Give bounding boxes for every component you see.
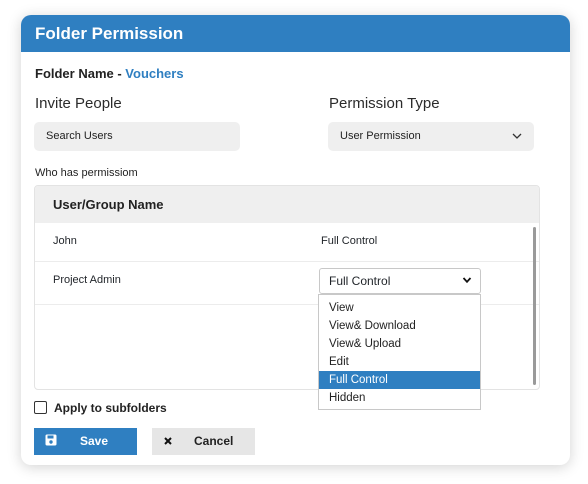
permission-type-select[interactable]: User Permission <box>328 122 534 151</box>
row-permission: Full Control <box>321 235 378 247</box>
search-users-placeholder: Search Users <box>46 130 113 142</box>
dialog-title: Folder Permission <box>21 15 570 52</box>
chevron-down-icon <box>512 122 522 151</box>
dropdown-option-view-download[interactable]: View& Download <box>319 317 480 335</box>
dropdown-option-hidden[interactable]: Hidden <box>319 389 480 407</box>
floppy-disk-icon <box>45 428 57 455</box>
folder-name-value: Vouchers <box>125 66 184 81</box>
table-row: John Full Control <box>35 223 539 262</box>
dropdown-option-view-upload[interactable]: View& Upload <box>319 335 480 353</box>
cancel-button[interactable]: Cancel <box>152 428 255 455</box>
permission-dropdown-menu: View View& Download View& Upload Edit Fu… <box>318 294 481 410</box>
folder-name-line: Folder Name - Vouchers <box>35 66 184 81</box>
row-user-name: Project Admin <box>53 274 121 286</box>
save-button-label: Save <box>80 434 109 448</box>
chevron-down-icon <box>462 269 472 293</box>
permission-type-value: User Permission <box>340 130 421 142</box>
row-permission-select[interactable]: Full Control <box>319 268 481 294</box>
dropdown-option-full-control[interactable]: Full Control <box>319 371 480 389</box>
cancel-button-label: Cancel <box>194 434 234 448</box>
apply-subfolders-row: Apply to subfolders <box>34 401 167 415</box>
dropdown-option-edit[interactable]: Edit <box>319 353 480 371</box>
folder-name-label: Folder Name - <box>35 66 126 81</box>
invite-people-label: Invite People <box>35 95 122 112</box>
apply-subfolders-label: Apply to subfolders <box>54 401 167 415</box>
dropdown-option-view[interactable]: View <box>319 299 480 317</box>
close-icon <box>163 428 173 455</box>
row-user-name: John <box>53 235 77 247</box>
search-users-input[interactable]: Search Users <box>34 122 240 151</box>
folder-permission-dialog: Folder Permission Folder Name - Vouchers… <box>21 15 570 465</box>
permission-type-label: Permission Type <box>329 95 440 112</box>
apply-subfolders-checkbox[interactable] <box>34 401 47 414</box>
row-permission-select-value: Full Control <box>329 274 391 288</box>
save-button[interactable]: Save <box>34 428 137 455</box>
table-scrollbar[interactable] <box>533 227 536 385</box>
table-header: User/Group Name <box>35 186 539 223</box>
who-has-permission-label: Who has permissiom <box>35 167 138 179</box>
